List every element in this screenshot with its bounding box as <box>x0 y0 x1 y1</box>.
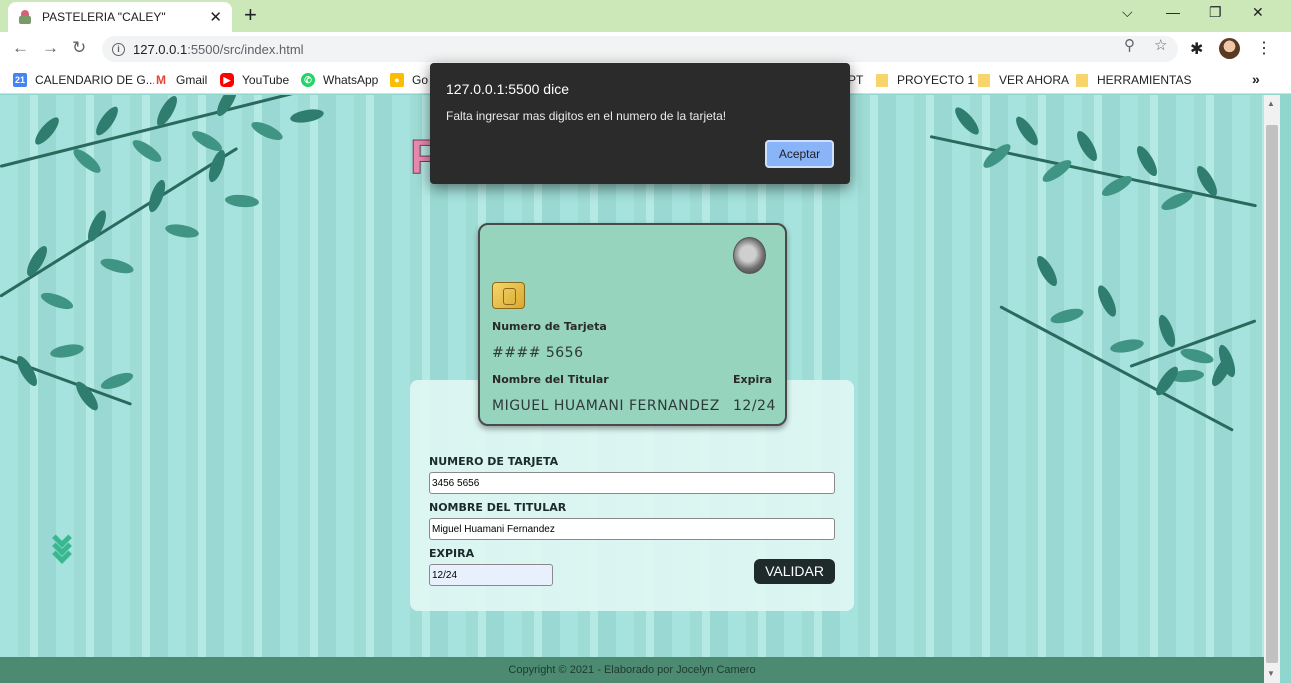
bookmark-whatsapp[interactable]: ✆ WhatsApp <box>301 71 378 89</box>
profile-avatar[interactable] <box>1219 38 1240 59</box>
url-path: :5500/src/index.html <box>187 41 304 57</box>
card-number-caption: Numero de Tarjeta <box>492 320 607 333</box>
bookmark-herramientas[interactable]: HERRAMIENTAS <box>1076 71 1191 89</box>
folder-icon <box>978 73 990 87</box>
tab-search-chevron-icon[interactable]: ⌵ <box>1122 4 1133 21</box>
card-expiry-caption: Expira <box>733 373 773 386</box>
card-holder-display: MIGUEL HUAMANI FERNANDEZ <box>492 398 720 414</box>
page-footer: Copyright © 2021 - Elaborado por Jocelyn… <box>0 657 1264 683</box>
reload-icon[interactable]: ↻ <box>72 38 86 58</box>
holder-name-label: NOMBRE DEL TITULAR <box>429 501 567 514</box>
coin-logo-icon <box>733 237 766 274</box>
expiry-label: EXPIRA <box>429 547 475 560</box>
dialog-message: Falta ingresar mas digitos en el numero … <box>446 109 727 123</box>
dialog-title: 127.0.0.1:5500 dice <box>446 81 569 97</box>
card-chip-icon <box>492 282 525 309</box>
bookmark-label: VER AHORA <box>999 73 1070 87</box>
google-keep-icon: ● <box>390 73 404 87</box>
whatsapp-icon: ✆ <box>301 73 315 87</box>
calendar-icon: 21 <box>13 73 27 87</box>
card-number-label: NUMERO DE TARJETA <box>429 455 559 468</box>
new-tab-button[interactable]: + <box>244 4 257 26</box>
credit-card-preview: Numero de Tarjeta #### 5656 Nombre del T… <box>478 223 787 426</box>
bookmark-star-icon[interactable]: ☆ <box>1154 36 1167 54</box>
bookmark-gmail[interactable]: M Gmail <box>154 71 207 89</box>
close-window-button[interactable]: ✕ <box>1252 4 1264 21</box>
gmail-icon: M <box>154 73 168 87</box>
folder-icon <box>1076 73 1088 87</box>
bookmark-label: YouTube <box>242 73 290 87</box>
bookmark-proyecto-1[interactable]: PROYECTO 1 <box>876 71 974 89</box>
tab-title: PASTELERIA "CALEY" <box>42 10 166 24</box>
alert-dialog: 127.0.0.1:5500 dice Falta ingresar mas d… <box>430 63 850 184</box>
bookmark-label: Gmail <box>176 73 208 87</box>
vertical-scrollbar[interactable]: ▲ ▼ <box>1264 95 1280 683</box>
url-host: 127.0.0.1 <box>133 41 188 57</box>
bookmark-calendar[interactable]: 21 CALENDARIO DE G... <box>13 71 156 89</box>
address-bar[interactable]: i 127.0.0.1:5500/src/index.html <box>102 36 1178 62</box>
active-tab[interactable]: PASTELERIA "CALEY" ✕ <box>8 2 232 32</box>
bookmark-label: HERRAMIENTAS <box>1097 73 1192 87</box>
youtube-icon: ▶ <box>220 73 234 87</box>
card-number-input[interactable] <box>429 472 835 494</box>
minimize-button[interactable]: — <box>1166 4 1180 20</box>
card-expiry-display: 12/24 <box>733 398 776 414</box>
bookmark-ver-ahora[interactable]: VER AHORA <box>978 71 1069 89</box>
accept-button[interactable]: Aceptar <box>765 140 834 168</box>
bookmark-label: CALENDARIO DE G... <box>35 73 156 87</box>
card-number-display: #### 5656 <box>492 345 584 361</box>
close-tab-icon[interactable]: ✕ <box>209 8 222 26</box>
scroll-down-chevrons-icon[interactable] <box>51 528 73 564</box>
bookmark-label: WhatsApp <box>323 73 379 87</box>
tab-strip: PASTELERIA "CALEY" ✕ + ⌵ — ❐ ✕ <box>0 0 1291 32</box>
zoom-icon[interactable]: ⚲ <box>1124 36 1135 54</box>
extensions-puzzle-icon[interactable]: ✱ <box>1190 39 1203 59</box>
restore-button[interactable]: ❐ <box>1209 4 1222 21</box>
bookmark-youtube[interactable]: ▶ YouTube <box>220 71 289 89</box>
bookmark-label: PROYECTO 1 <box>897 73 975 87</box>
scroll-up-arrow-icon[interactable]: ▲ <box>1267 99 1275 108</box>
card-holder-caption: Nombre del Titular <box>492 373 609 386</box>
bookmark-go[interactable]: ● Go <box>390 71 428 89</box>
holder-name-input[interactable] <box>429 518 835 540</box>
browser-toolbar: ← → ↻ i 127.0.0.1:5500/src/index.html ⚲ … <box>0 32 1291 66</box>
validate-button[interactable]: VALIDAR <box>754 559 835 584</box>
scrollbar-thumb[interactable] <box>1266 125 1278 663</box>
site-info-icon[interactable]: i <box>112 42 125 56</box>
scroll-down-arrow-icon[interactable]: ▼ <box>1267 669 1275 678</box>
more-bookmarks-icon[interactable]: » <box>1252 71 1260 87</box>
bookmark-label: PT <box>848 73 864 87</box>
cake-favicon-icon <box>18 10 32 24</box>
bookmark-pt[interactable]: PT <box>848 71 863 89</box>
expiry-input[interactable] <box>429 564 553 586</box>
back-arrow-icon[interactable]: ← <box>12 38 29 58</box>
browser-menu-icon[interactable]: ⋮ <box>1256 38 1272 58</box>
folder-icon <box>876 73 888 87</box>
bookmark-label: Go <box>412 73 429 87</box>
forward-arrow-icon[interactable]: → <box>42 38 59 58</box>
